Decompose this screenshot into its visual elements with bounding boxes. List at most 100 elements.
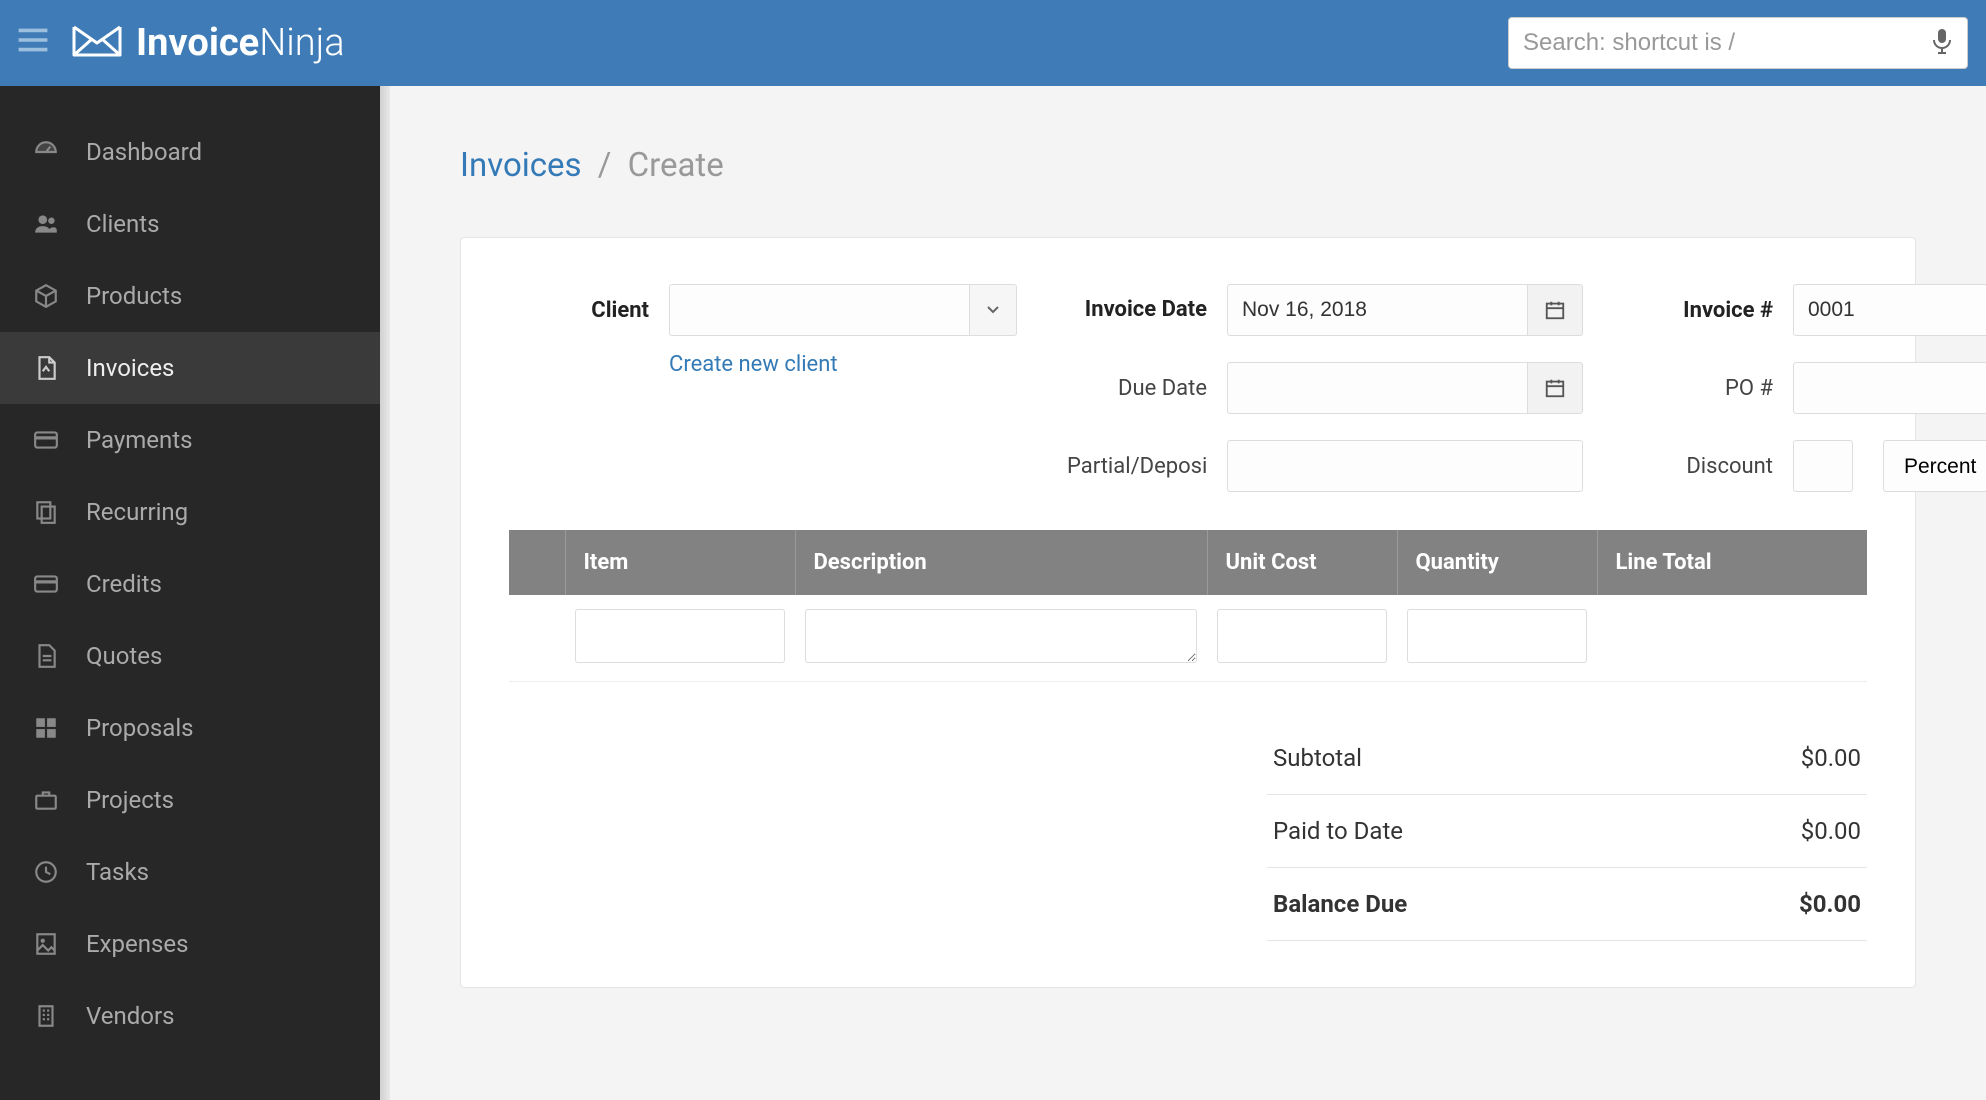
caret-down-icon — [987, 306, 999, 314]
clock-icon — [32, 859, 60, 885]
subtotal-row: Subtotal $0.00 — [1267, 722, 1867, 795]
search-box[interactable] — [1508, 17, 1968, 69]
invoice-date-input[interactable] — [1227, 284, 1527, 336]
po-number-input[interactable] — [1793, 362, 1986, 414]
calendar-icon — [1544, 377, 1566, 399]
sidebar-item-clients[interactable]: Clients — [0, 188, 380, 260]
main-content: Invoices / Create Client — [390, 86, 1986, 1100]
calendar-icon — [1544, 299, 1566, 321]
paid-to-date-label: Paid to Date — [1273, 817, 1403, 845]
sidebar-item-label: Dashboard — [86, 138, 202, 166]
due-date-calendar-button[interactable] — [1527, 362, 1583, 414]
subtotal-value: $0.00 — [1801, 744, 1861, 772]
item-column-header: Item — [565, 530, 795, 595]
sidebar-item-label: Proposals — [86, 714, 194, 742]
sidebar-scrollbar[interactable] — [380, 86, 390, 1100]
users-icon — [32, 211, 60, 237]
description-column-header: Description — [795, 530, 1207, 595]
balance-due-value: $0.00 — [1799, 890, 1861, 918]
invoice-date-label: Invoice Date — [1067, 297, 1207, 323]
invoice-date-calendar-button[interactable] — [1527, 284, 1583, 336]
partial-deposit-input[interactable] — [1227, 440, 1583, 492]
sidebar-item-payments[interactable]: Payments — [0, 404, 380, 476]
file-image-icon — [32, 931, 60, 957]
sidebar-item-expenses[interactable]: Expenses — [0, 908, 380, 980]
sidebar-item-label: Credits — [86, 570, 162, 598]
sidebar-item-vendors[interactable]: Vendors — [0, 980, 380, 1052]
hamburger-icon — [18, 28, 48, 52]
files-icon — [32, 499, 60, 525]
sidebar: Dashboard Clients Products Invoices Paym… — [0, 86, 380, 1100]
totals-section: Subtotal $0.00 Paid to Date $0.00 Balanc… — [1267, 722, 1867, 941]
cube-icon — [32, 283, 60, 309]
credit-card-icon — [32, 571, 60, 597]
due-date-label: Due Date — [1067, 376, 1207, 401]
sidebar-item-proposals[interactable]: Proposals — [0, 692, 380, 764]
quantity-column-header: Quantity — [1397, 530, 1597, 595]
breadcrumb-parent-link[interactable]: Invoices — [460, 146, 582, 185]
sidebar-item-tasks[interactable]: Tasks — [0, 836, 380, 908]
client-input[interactable] — [669, 284, 969, 336]
sidebar-item-label: Payments — [86, 426, 193, 454]
drag-column-header — [509, 530, 565, 595]
sidebar-item-invoices[interactable]: Invoices — [0, 332, 380, 404]
briefcase-icon — [32, 787, 60, 813]
client-label: Client — [509, 298, 649, 323]
invoice-form-panel: Client Create new client Invoice Date — [460, 237, 1916, 988]
sidebar-item-label: Projects — [86, 786, 174, 814]
breadcrumb: Invoices / Create — [460, 146, 1916, 185]
line-total-column-header: Line Total — [1597, 530, 1867, 595]
logo-text: InvoiceNinja — [136, 21, 345, 65]
sidebar-item-label: Expenses — [86, 930, 189, 958]
th-large-icon — [32, 715, 60, 741]
dashboard-icon — [32, 139, 60, 165]
paid-to-date-value: $0.00 — [1801, 817, 1861, 845]
sidebar-item-projects[interactable]: Projects — [0, 764, 380, 836]
top-header: InvoiceNinja — [0, 0, 1986, 86]
paid-to-date-row: Paid to Date $0.00 — [1267, 795, 1867, 868]
line-items-table: Item Description Unit Cost Quantity Line… — [509, 530, 1867, 682]
menu-toggle-button[interactable] — [12, 24, 54, 62]
building-icon — [32, 1003, 60, 1029]
unit-cost-column-header: Unit Cost — [1207, 530, 1397, 595]
sidebar-item-label: Products — [86, 282, 182, 310]
envelope-icon — [72, 23, 122, 63]
sidebar-item-label: Quotes — [86, 642, 162, 670]
app-logo[interactable]: InvoiceNinja — [72, 21, 345, 65]
sidebar-item-quotes[interactable]: Quotes — [0, 620, 380, 692]
breadcrumb-separator: / — [598, 146, 612, 185]
client-dropdown-button[interactable] — [969, 284, 1017, 336]
search-input[interactable] — [1523, 29, 1931, 57]
sidebar-item-label: Clients — [86, 210, 160, 238]
discount-type-select[interactable]: Percent — [1883, 440, 1986, 492]
invoice-number-label: Invoice # — [1633, 298, 1773, 323]
sidebar-item-products[interactable]: Products — [0, 260, 380, 332]
sidebar-item-credits[interactable]: Credits — [0, 548, 380, 620]
quantity-input[interactable] — [1407, 609, 1587, 663]
discount-label: Discount — [1633, 454, 1773, 479]
sidebar-item-recurring[interactable]: Recurring — [0, 476, 380, 548]
item-input[interactable] — [575, 609, 785, 663]
unit-cost-input[interactable] — [1217, 609, 1387, 663]
description-input[interactable] — [805, 609, 1197, 663]
sidebar-item-dashboard[interactable]: Dashboard — [0, 116, 380, 188]
microphone-icon[interactable] — [1931, 28, 1953, 58]
partial-deposit-label: Partial/Deposit — [1067, 454, 1207, 479]
subtotal-label: Subtotal — [1273, 744, 1362, 772]
credit-card-icon — [32, 427, 60, 453]
drag-handle[interactable] — [509, 595, 565, 682]
file-text-icon — [32, 643, 60, 669]
file-pdf-icon — [32, 355, 60, 381]
table-row — [509, 595, 1867, 682]
sidebar-item-label: Tasks — [86, 858, 149, 886]
line-total-cell — [1597, 595, 1867, 682]
sidebar-item-label: Vendors — [86, 1002, 175, 1030]
sidebar-item-label: Recurring — [86, 498, 188, 526]
breadcrumb-current: Create — [628, 146, 724, 185]
discount-amount-input[interactable] — [1793, 440, 1853, 492]
po-number-label: PO # — [1633, 376, 1773, 401]
balance-due-row: Balance Due $0.00 — [1267, 868, 1867, 941]
due-date-input[interactable] — [1227, 362, 1527, 414]
create-new-client-link[interactable]: Create new client — [669, 352, 1017, 377]
invoice-number-input[interactable] — [1793, 284, 1986, 336]
